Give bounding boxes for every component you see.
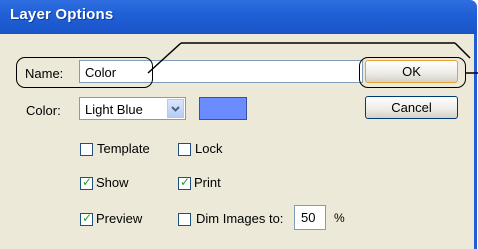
print-label: Print <box>194 175 221 190</box>
lock-label: Lock <box>195 141 223 156</box>
cancel-button-label: Cancel <box>391 100 432 115</box>
percent-unit: % <box>334 211 345 225</box>
preview-checkbox[interactable]: ✓ <box>80 211 93 226</box>
color-swatch[interactable] <box>199 97 247 120</box>
color-select[interactable]: Light Blue <box>79 97 186 120</box>
template-checkbox[interactable] <box>80 143 93 156</box>
dim-percent-input[interactable]: 50 <box>294 205 326 230</box>
dim-images-checkbox[interactable] <box>178 213 191 226</box>
dim-percent-value: 50 <box>301 210 316 225</box>
checkmark-icon: ✓ <box>82 175 93 189</box>
lock-checkbox[interactable] <box>178 143 191 156</box>
show-checkbox[interactable]: ✓ <box>80 175 93 190</box>
template-label: Template <box>97 141 150 156</box>
checkmark-icon: ✓ <box>180 175 191 189</box>
callout-corner-line <box>454 42 471 59</box>
color-label: Color: <box>26 103 61 118</box>
print-checkbox[interactable]: ✓ <box>178 175 191 190</box>
name-callout-line <box>147 42 182 74</box>
show-label: Show <box>96 175 129 190</box>
chevron-down-icon[interactable] <box>167 99 184 118</box>
color-select-value: Light Blue <box>85 102 143 117</box>
preview-label: Preview <box>96 211 143 226</box>
dim-images-label: Dim Images to: <box>196 211 284 226</box>
checkmark-icon: ✓ <box>82 211 93 225</box>
cancel-button[interactable]: Cancel <box>365 96 458 119</box>
layer-options-dialog: Layer Options Name: Color OK Cancel Colo… <box>0 0 478 249</box>
